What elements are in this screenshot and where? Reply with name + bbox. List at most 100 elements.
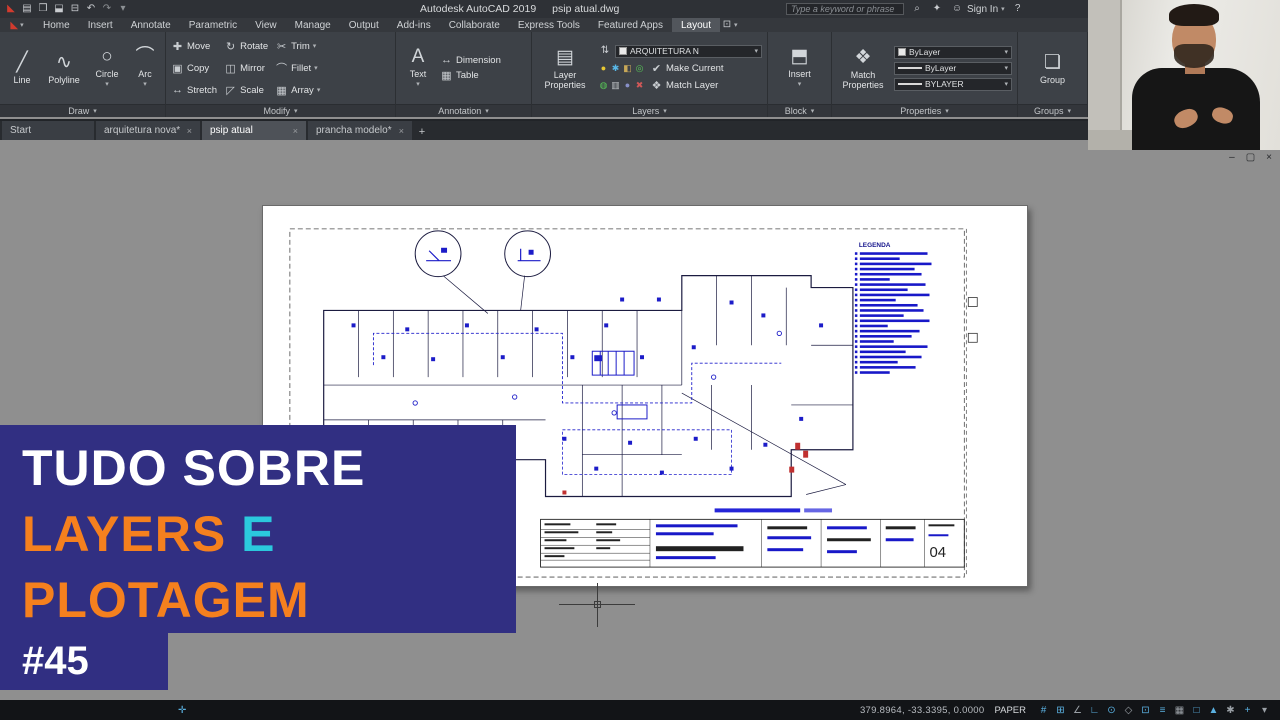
doc-tab-arquitetura-nova[interactable]: arquitetura nova* × xyxy=(96,121,200,140)
tab-home[interactable]: Home xyxy=(34,18,79,32)
group-button[interactable]: ❏ Group xyxy=(1033,52,1073,85)
close-button[interactable]: × xyxy=(1266,152,1272,163)
close-icon[interactable]: × xyxy=(187,126,192,136)
selection-cycling-icon[interactable]: □ xyxy=(1189,705,1204,716)
autocad-logo-icon[interactable]: ◣ xyxy=(4,2,18,16)
ortho-icon[interactable]: ∟ xyxy=(1087,705,1102,716)
panel-label-properties[interactable]: Properties ▾ xyxy=(832,104,1017,117)
chevron-down-icon: ▾ xyxy=(1004,65,1008,72)
tab-parametric[interactable]: Parametric xyxy=(180,18,246,32)
object-snap-icon[interactable]: ⊡ xyxy=(1138,705,1153,716)
polar-tracking-icon[interactable]: ⊙ xyxy=(1104,705,1119,716)
minimize-button[interactable]: – xyxy=(1229,152,1235,163)
layer-lock-icon[interactable]: ◧ xyxy=(622,61,633,75)
new-file-icon[interactable]: ▤ xyxy=(20,2,34,16)
close-icon[interactable]: × xyxy=(399,126,404,136)
paper-model-toggle[interactable]: PAPER xyxy=(994,705,1026,716)
line-button[interactable]: ╱ Line xyxy=(5,52,39,85)
panel-label-draw[interactable]: Draw ▾ xyxy=(0,104,165,117)
panel-label-annotation[interactable]: Annotation ▾ xyxy=(396,104,531,117)
circle-button[interactable]: ○ Circle ▾ xyxy=(89,46,125,90)
match-layer-button[interactable]: ❖ Match Layer xyxy=(650,79,719,92)
trim-button[interactable]: ✂ Trim ▾ xyxy=(275,40,320,53)
annotation-monitor-icon[interactable]: + xyxy=(1240,705,1255,716)
ribbon-collapse-icon[interactable]: ▾ xyxy=(734,21,738,29)
layer-off-icon[interactable]: ● xyxy=(622,78,633,92)
match-properties-button[interactable]: ❖ Match Properties xyxy=(837,47,889,90)
layer-walk-icon[interactable]: ▥ xyxy=(610,78,621,92)
lineweight-dropdown[interactable]: ByLayer ▾ xyxy=(894,61,1012,75)
make-current-button[interactable]: ✔ Make Current xyxy=(650,62,724,75)
keytip-icon[interactable]: ✦ xyxy=(930,2,944,16)
redo-icon[interactable]: ↷ xyxy=(100,2,114,16)
sign-in-button[interactable]: ☺ Sign In ▾ xyxy=(950,2,1005,16)
move-button[interactable]: ✚ Move xyxy=(171,40,217,53)
tab-insert[interactable]: Insert xyxy=(79,18,122,32)
snap-icon[interactable]: ⊞ xyxy=(1053,705,1068,716)
stretch-button[interactable]: ↔ Stretch xyxy=(171,84,217,96)
search-icon[interactable]: ⌕ xyxy=(910,2,924,16)
fillet-button[interactable]: ⌒ Fillet ▾ xyxy=(275,60,320,76)
plot-icon[interactable]: ⊟ xyxy=(68,2,82,16)
qat-dropdown-icon[interactable]: ▾ xyxy=(116,2,130,16)
scale-button[interactable]: ◸ Scale xyxy=(224,84,268,97)
panel-label-modify[interactable]: Modify ▾ xyxy=(166,104,395,117)
rotate-button[interactable]: ↻ Rotate xyxy=(224,40,268,53)
search-input[interactable]: Type a keyword or phrase xyxy=(786,3,904,15)
undo-icon[interactable]: ↶ xyxy=(84,2,98,16)
close-icon[interactable]: × xyxy=(293,126,298,136)
application-menu-button[interactable]: ◣ ▾ xyxy=(0,20,34,31)
tab-output[interactable]: Output xyxy=(340,18,388,32)
panel-label-groups[interactable]: Groups ▾ xyxy=(1018,104,1087,117)
mirror-button[interactable]: ◫ Mirror xyxy=(224,62,268,75)
circle-icon: ○ xyxy=(101,46,113,67)
insert-block-button[interactable]: ⬒ Insert ▾ xyxy=(780,46,820,90)
lineweight-display-icon[interactable]: ≡ xyxy=(1155,705,1170,716)
infer-constraints-icon[interactable]: ∠ xyxy=(1070,705,1085,716)
help-icon[interactable]: ? xyxy=(1011,2,1025,16)
customize-icon[interactable]: ▾ xyxy=(1257,705,1272,716)
array-button[interactable]: ▦ Array ▾ xyxy=(275,84,320,97)
linetype-dropdown[interactable]: BYLAYER ▾ xyxy=(894,77,1012,91)
new-tab-button[interactable]: + xyxy=(414,124,430,140)
dimension-button[interactable]: ↔ Dimension xyxy=(440,54,526,66)
tab-featured-apps[interactable]: Featured Apps xyxy=(589,18,672,32)
tab-layout[interactable]: Layout xyxy=(671,18,720,32)
doc-tab-prancha-modelo[interactable]: prancha modelo* × xyxy=(308,121,412,140)
layer-isolate-icon[interactable]: ◎ xyxy=(634,61,645,75)
copy-button[interactable]: ▣ Copy xyxy=(171,62,217,75)
layer-delete-icon[interactable]: ✖ xyxy=(634,78,645,92)
panel-label-layers[interactable]: Layers ▾ xyxy=(532,104,767,117)
table-button[interactable]: ▦ Table xyxy=(440,69,526,82)
layer-on-icon[interactable]: ● xyxy=(598,61,609,75)
coordinates-readout[interactable]: 379.8964, -33.3395, 0.0000 xyxy=(860,705,985,716)
tab-view[interactable]: View xyxy=(246,18,286,32)
text-button[interactable]: A Text ▾ xyxy=(401,46,435,90)
restore-button[interactable]: ▢ xyxy=(1246,152,1255,163)
tab-collaborate[interactable]: Collaborate xyxy=(440,18,509,32)
grid-icon[interactable]: # xyxy=(1036,705,1051,716)
open-file-icon[interactable]: ❒ xyxy=(36,2,50,16)
panel-label-block[interactable]: Block ▾ xyxy=(768,104,831,117)
polyline-button[interactable]: ∿ Polyline xyxy=(44,52,84,85)
layer-select-dropdown[interactable]: ARQUITETURA N ▾ xyxy=(615,44,762,58)
doc-tab-start[interactable]: Start xyxy=(2,121,94,140)
layer-properties-button[interactable]: ▤ Layer Properties xyxy=(537,47,593,90)
transparency-icon[interactable]: ▦ xyxy=(1172,705,1187,716)
tab-annotate[interactable]: Annotate xyxy=(122,18,180,32)
annotation-scale-icon[interactable]: ▲ xyxy=(1206,705,1221,716)
layer-state-icon[interactable]: ⇅ xyxy=(598,44,612,58)
isodraft-icon[interactable]: ◇ xyxy=(1121,705,1136,716)
tab-addins[interactable]: Add-ins xyxy=(388,18,440,32)
doc-tab-psip-atual[interactable]: psip atual × xyxy=(202,121,306,140)
layer-unisolate-icon[interactable]: ◍ xyxy=(598,78,609,92)
arc-button[interactable]: ⌒ Arc ▾ xyxy=(130,46,160,90)
workspace-switch-icon[interactable]: ✱ xyxy=(1223,705,1238,716)
save-icon[interactable]: ⬓ xyxy=(52,2,66,16)
layer-freeze-icon[interactable]: ✱ xyxy=(610,61,621,75)
object-color-dropdown[interactable]: ByLayer ▾ xyxy=(894,45,1012,59)
tab-express-tools[interactable]: Express Tools xyxy=(509,18,589,32)
ribbon-display-icon[interactable]: ⊡ xyxy=(720,18,734,32)
model-space-icon[interactable]: ✛ xyxy=(178,705,186,716)
tab-manage[interactable]: Manage xyxy=(286,18,340,32)
